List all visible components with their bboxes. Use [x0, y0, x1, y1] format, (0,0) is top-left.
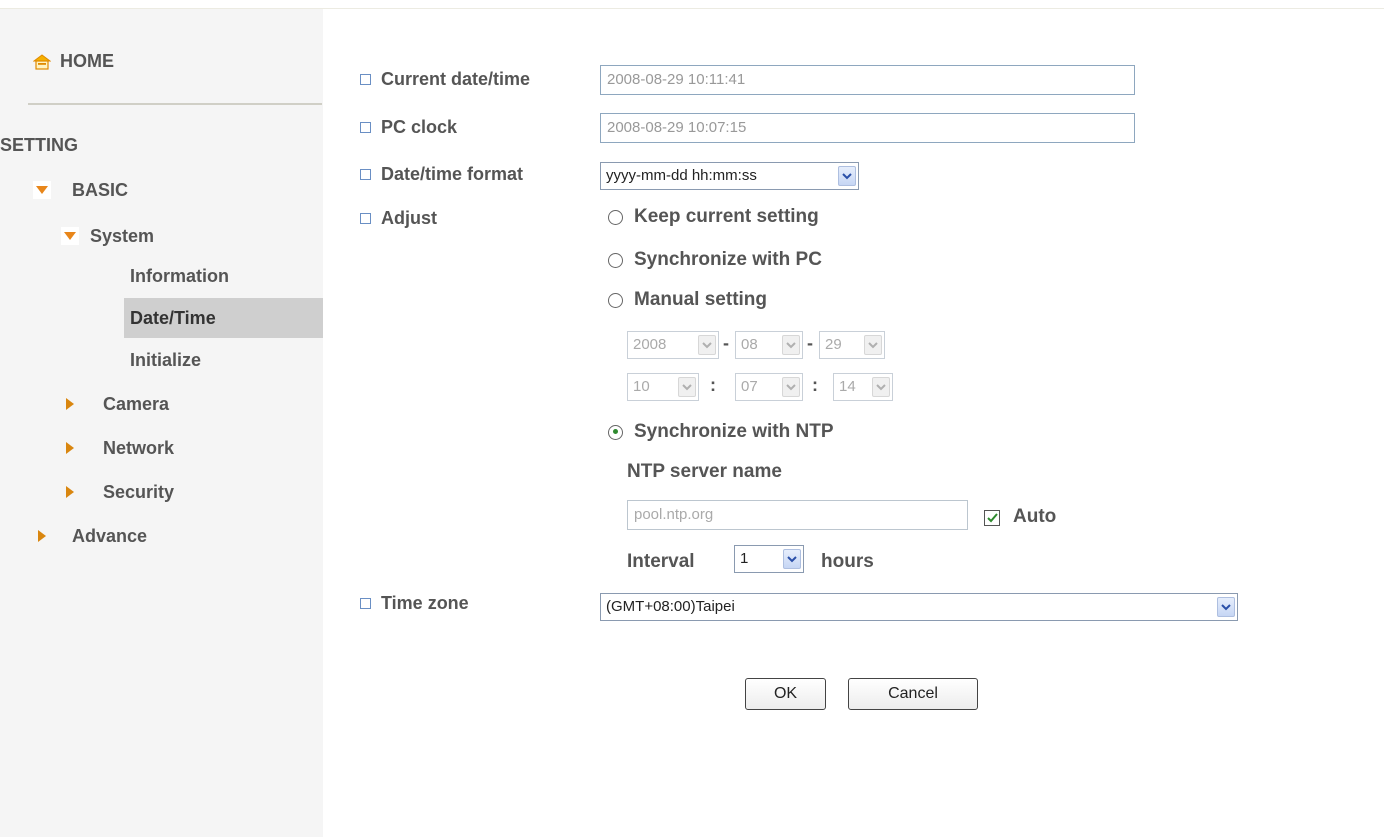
square-bullet-icon	[360, 169, 371, 180]
sidebar-item-network[interactable]: Network	[61, 435, 174, 461]
sidebar-item-information[interactable]: Information	[130, 257, 229, 295]
chevron-down-icon	[782, 335, 800, 355]
sidebar-divider	[28, 103, 322, 105]
manual-month-select[interactable]: 08	[735, 331, 803, 359]
manual-minute-select[interactable]: 07	[735, 373, 803, 401]
chevron-down-icon	[864, 335, 882, 355]
triangle-down-icon	[61, 227, 79, 245]
sidebar-item-label: System	[90, 225, 155, 246]
sidebar-item-security[interactable]: Security	[61, 479, 174, 505]
chevron-down-icon	[838, 166, 856, 186]
interval-unit-label: hours	[821, 551, 874, 572]
date-separator: -	[723, 333, 729, 353]
chevron-down-icon	[872, 377, 890, 397]
home-label: HOME	[60, 51, 114, 71]
manual-second-select[interactable]: 14	[833, 373, 893, 401]
manual-hour-select[interactable]: 10	[627, 373, 699, 401]
adjust-label: Adjust	[360, 208, 437, 229]
pc-clock-field[interactable]: 2008-08-29 10:07:15	[600, 113, 1135, 143]
cancel-button[interactable]: Cancel	[848, 678, 978, 710]
radio-button-checked-icon	[608, 424, 623, 440]
interval-label: Interval	[627, 551, 695, 572]
current-datetime-label: Current date/time	[360, 69, 530, 90]
interval-select[interactable]: 1	[734, 545, 804, 573]
triangle-right-icon	[61, 395, 79, 413]
time-separator: :	[812, 375, 818, 395]
sidebar	[0, 9, 323, 837]
current-datetime-field[interactable]: 2008-08-29 10:11:41	[600, 65, 1135, 95]
radio-sync-ntp[interactable]: Synchronize with NTP	[608, 421, 834, 443]
sidebar-item-label: Network	[103, 437, 175, 458]
time-zone-select[interactable]: (GMT+08:00)Taipei	[600, 593, 1238, 621]
sidebar-item-advance[interactable]: Advance	[33, 523, 147, 549]
checkmark-icon	[986, 513, 998, 523]
time-separator: :	[710, 375, 716, 395]
triangle-down-icon	[33, 181, 51, 199]
square-bullet-icon	[360, 74, 371, 85]
home-icon	[32, 53, 52, 71]
square-bullet-icon	[360, 213, 371, 224]
auto-checkbox[interactable]	[984, 510, 1000, 526]
radio-manual[interactable]: Manual setting	[608, 289, 767, 311]
sidebar-item-label: Security	[103, 481, 175, 502]
square-bullet-icon	[360, 122, 371, 133]
sidebar-item-basic[interactable]: BASIC	[33, 177, 128, 203]
triangle-right-icon	[61, 439, 79, 457]
triangle-right-icon	[33, 527, 51, 545]
sidebar-item-label: BASIC	[72, 179, 129, 200]
setting-heading: SETTING	[0, 135, 79, 155]
time-zone-label: Time zone	[360, 593, 469, 614]
sidebar-item-system[interactable]: System	[61, 223, 154, 249]
radio-keep-current[interactable]: Keep current setting	[608, 206, 819, 228]
ntp-server-field[interactable]: pool.ntp.org	[627, 500, 968, 530]
triangle-right-icon	[61, 483, 79, 501]
date-separator: -	[807, 333, 813, 353]
pc-clock-label: PC clock	[360, 117, 457, 138]
sidebar-item-label: Camera	[103, 393, 170, 414]
chevron-down-icon	[1217, 597, 1235, 617]
chevron-down-icon	[783, 549, 801, 569]
radio-sync-pc[interactable]: Synchronize with PC	[608, 249, 822, 271]
sidebar-item-datetime[interactable]: Date/Time	[130, 299, 216, 337]
home-link[interactable]: HOME	[32, 51, 114, 72]
ntp-server-label: NTP server name	[627, 461, 782, 482]
chevron-down-icon	[698, 335, 716, 355]
datetime-format-select[interactable]: yyyy-mm-dd hh:mm:ss	[600, 162, 859, 190]
manual-year-select[interactable]: 2008	[627, 331, 719, 359]
radio-button-icon	[608, 292, 623, 308]
radio-button-icon	[608, 209, 623, 225]
sidebar-item-initialize[interactable]: Initialize	[130, 341, 201, 379]
datetime-format-label: Date/time format	[360, 164, 523, 185]
chevron-down-icon	[678, 377, 696, 397]
radio-button-icon	[608, 252, 623, 268]
sidebar-item-label: Advance	[72, 525, 148, 546]
ok-button[interactable]: OK	[745, 678, 826, 710]
auto-label: Auto	[1013, 506, 1057, 527]
sidebar-item-camera[interactable]: Camera	[61, 391, 169, 417]
manual-day-select[interactable]: 29	[819, 331, 885, 359]
square-bullet-icon	[360, 598, 371, 609]
chevron-down-icon	[782, 377, 800, 397]
